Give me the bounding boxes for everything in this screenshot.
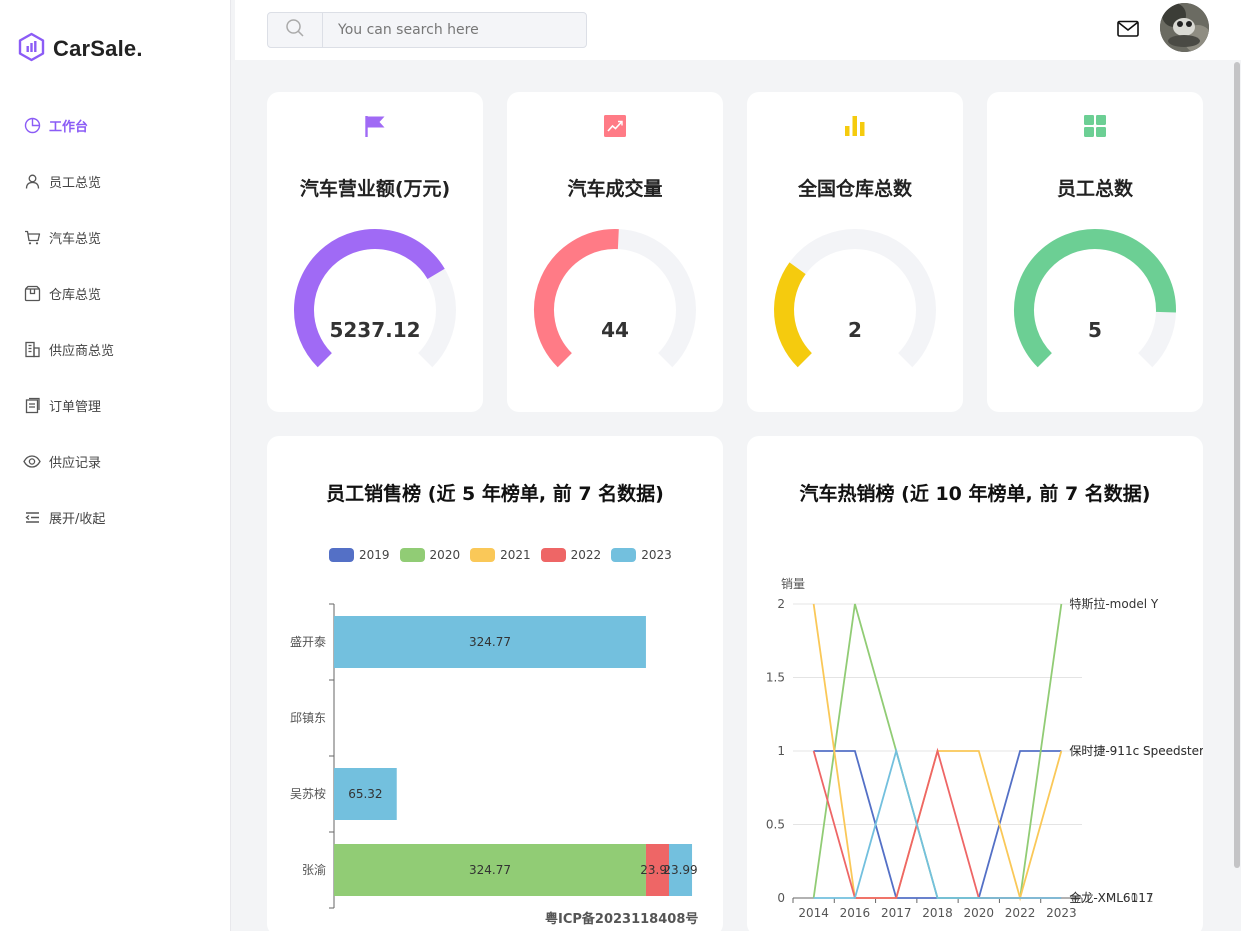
sidebar-item-cars[interactable]: 汽车总览 — [0, 209, 230, 265]
brand-name: CarSale. — [53, 36, 143, 61]
y-tick-label: 0 — [777, 891, 785, 905]
sidebar-item-suppliers[interactable]: 供应商总览 — [0, 321, 230, 377]
trend-chart-icon — [603, 114, 627, 138]
stat-card-staff: 员工总数 5 — [987, 92, 1203, 412]
sidebar-item-label: 仓库总览 — [49, 287, 102, 303]
series-end-label: 全龙-XML6011 — [1069, 890, 1153, 905]
flag-icon — [363, 114, 387, 138]
search-icon — [285, 18, 305, 42]
gauge-progress — [1014, 229, 1176, 368]
gauge-progress — [294, 229, 445, 368]
y-tick-label: 0.5 — [766, 818, 785, 832]
sidebar-item-warehouses[interactable]: 仓库总览 — [0, 265, 230, 321]
stat-value: 5 — [1088, 318, 1102, 342]
sidebar-item-label: 供应商总览 — [49, 343, 115, 359]
employee-sales-card: 员工销售榜 (近 5 年榜单, 前 7 名数据) 2019 2020 2021 … — [267, 436, 723, 931]
stat-value: 2 — [848, 318, 862, 342]
hexagon-chart-icon — [18, 32, 45, 66]
y-tick-label: 邱镇东 — [290, 711, 326, 725]
stat-title: 员工总数 — [1056, 178, 1133, 200]
y-tick-label: 1 — [777, 744, 785, 758]
sidebar-item-orders[interactable]: 订单管理 — [0, 377, 230, 433]
gauge-track — [774, 229, 936, 368]
x-tick-label: 2023 — [1046, 906, 1077, 920]
brand-logo[interactable]: CarSale. — [18, 32, 143, 66]
sidebar: CarSale. 工作台 员工总览 汽车总览 仓库总览 供应商总览 订单管理 供… — [0, 0, 231, 931]
page-scrollbar[interactable] — [1234, 62, 1240, 868]
stat-card-warehouses: 全国仓库总数 2 — [747, 92, 963, 412]
search-bar — [267, 12, 587, 48]
avatar[interactable] — [1160, 3, 1209, 52]
pie-chart-icon — [23, 116, 41, 134]
y-tick-label: 张渝 — [302, 862, 326, 877]
stat-title: 汽车成交量 — [567, 178, 663, 200]
search-button[interactable] — [268, 13, 323, 47]
car-sales-line-chart: 销量 0 0.5 1 1.5 2 2014 2016 2017 2018 2020 2022 2023 特… — [766, 577, 1203, 920]
collapse-icon — [23, 508, 41, 526]
sidebar-item-label: 汽车总览 — [49, 231, 102, 247]
icp-footer: 粤ICP备2023118408号 — [545, 912, 699, 927]
stat-value: 5237.12 — [329, 318, 421, 342]
gauge-progress — [534, 229, 619, 368]
car-sales-card: 汽车热销榜 (近 10 年榜单, 前 7 名数据) 销量 0 0.5 1 1.5 2 201… — [747, 436, 1203, 931]
sidebar-item-supply-records[interactable]: 供应记录 — [0, 433, 230, 489]
gauge-volume — [534, 229, 696, 368]
sidebar-item-label: 员工总览 — [49, 175, 102, 191]
stat-value: 44 — [601, 318, 629, 342]
cart-icon — [23, 228, 41, 246]
orders-icon — [23, 396, 41, 414]
bar-data-label: 324.77 — [469, 635, 511, 649]
bar-chart-icon — [843, 114, 867, 138]
x-tick-label: 2016 — [840, 906, 871, 920]
grid-icon — [1083, 114, 1107, 138]
y-tick-label: 2 — [777, 597, 785, 611]
sidebar-item-label: 展开/收起 — [49, 511, 106, 527]
box-icon — [23, 284, 41, 302]
gauge-progress — [774, 262, 813, 368]
sidebar-item-label: 供应记录 — [49, 455, 102, 471]
x-tick-label: 2014 — [798, 906, 829, 920]
gauge-warehouses — [774, 229, 936, 368]
x-tick-label: 2022 — [1005, 906, 1036, 920]
series-end-label: 保时捷-911c Speedster — [1069, 744, 1203, 758]
eye-icon — [23, 452, 41, 470]
sidebar-item-dashboard[interactable]: 工作台 — [0, 97, 230, 153]
building-icon — [23, 340, 41, 358]
x-tick-label: 2017 — [881, 906, 912, 920]
employee-sales-bar-chart: 盛开泰 324.77邱镇东吴苏桉 65.32张渝 324.77 23.9923.99 — [290, 603, 698, 909]
x-tick-label: 2018 — [922, 906, 953, 920]
y-tick-label: 1.5 — [766, 671, 785, 685]
bar-data-label: 23.99 — [663, 863, 697, 877]
sidebar-item-collapse[interactable]: 展开/收起 — [0, 489, 230, 545]
x-tick-label: 2020 — [964, 906, 995, 920]
bar-data-label: 324.77 — [469, 863, 511, 877]
gauge-revenue — [294, 229, 456, 368]
sidebar-nav: 工作台 员工总览 汽车总览 仓库总览 供应商总览 订单管理 供应记录 展开/收起 — [0, 97, 230, 545]
sidebar-item-label: 工作台 — [49, 119, 89, 135]
mail-icon[interactable] — [1117, 20, 1139, 38]
user-icon — [23, 172, 41, 190]
search-input[interactable] — [323, 13, 583, 47]
top-header — [235, 0, 1241, 60]
y-tick-label: 吴苏桉 — [290, 786, 326, 801]
gauge-staff — [1014, 229, 1176, 368]
stat-card-revenue: 汽车营业额(万元) 5237.12 — [267, 92, 483, 412]
sidebar-item-label: 订单管理 — [49, 399, 102, 415]
stat-title: 汽车营业额(万元) — [299, 178, 451, 200]
bar-data-label: 65.32 — [348, 787, 382, 801]
sidebar-item-employees[interactable]: 员工总览 — [0, 153, 230, 209]
stat-title: 全国仓库总数 — [797, 178, 912, 200]
stat-card-volume: 汽车成交量 44 — [507, 92, 723, 412]
y-tick-label: 盛开泰 — [290, 634, 326, 649]
series-end-label: 特斯拉-model Y — [1069, 596, 1159, 611]
y-axis-label: 销量 — [781, 577, 805, 591]
